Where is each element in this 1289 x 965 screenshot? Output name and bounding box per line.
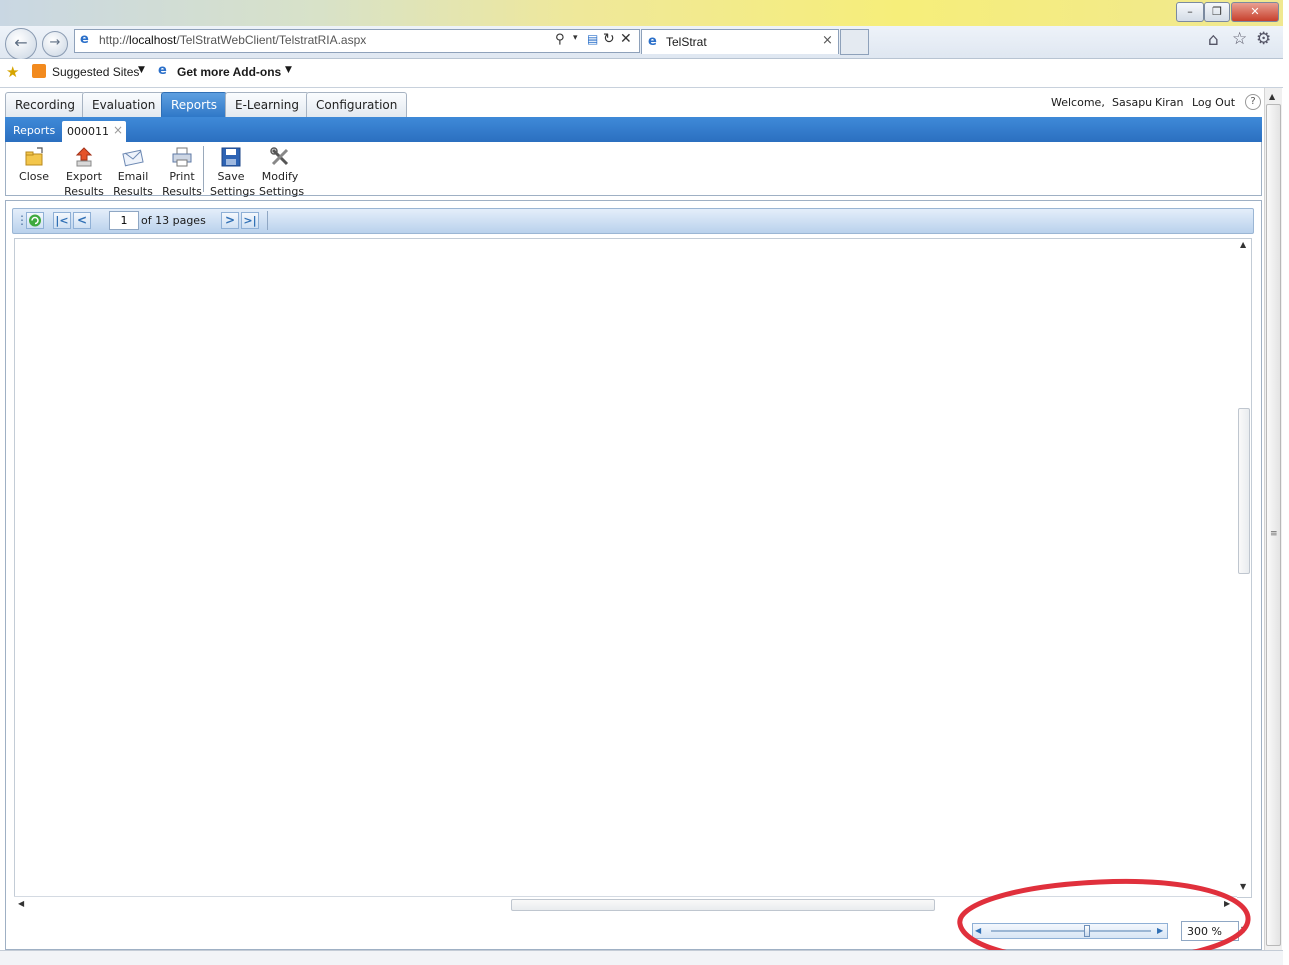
export-results-button[interactable]: Export Results	[64, 146, 104, 199]
vertical-scroll-thumb[interactable]	[1238, 408, 1250, 574]
chevron-down-icon[interactable]: ▼	[138, 65, 145, 75]
document-tab-label: 000011	[67, 125, 109, 138]
first-page-icon: |<	[55, 214, 69, 227]
report-pager: ⋮ |< < of 13 pages > >|	[12, 208, 1254, 234]
document-tab[interactable]: 000011 ×	[62, 121, 126, 142]
scroll-left-icon[interactable]: ◀	[18, 899, 24, 908]
grip-icon: ≡	[1270, 529, 1278, 539]
favorites-bar: ★ Suggested Sites ▼ e Get more Add-ons ▼	[0, 59, 1283, 88]
ie-addons-icon: e	[158, 63, 167, 78]
ie-tab-icon: e	[648, 34, 657, 49]
report-canvas[interactable]	[14, 238, 1252, 898]
toolbar-divider	[203, 146, 204, 192]
close-button[interactable]: Close	[16, 146, 52, 184]
suggested-sites-icon	[32, 64, 46, 78]
refresh-report-button[interactable]	[26, 212, 44, 229]
tab-recording[interactable]: Recording	[5, 92, 86, 117]
search-dropdown-icon[interactable]: ▾	[573, 33, 578, 43]
close-window-button[interactable]: ✕	[1231, 2, 1279, 22]
browser-nav-bar: ← → e http://localhost/TelStratWebClient…	[0, 26, 1283, 60]
page-number-input[interactable]	[109, 211, 139, 230]
tab-title: TelStrat	[666, 35, 707, 49]
get-addons-link[interactable]: Get more Add-ons	[177, 65, 281, 79]
modify-settings-button[interactable]: Modify Settings	[259, 146, 304, 199]
page-scroll-up-icon[interactable]: ▲	[1269, 92, 1275, 101]
tools-icon	[270, 147, 289, 166]
close-tab-icon[interactable]: ×	[113, 123, 123, 137]
url-text: http://localhost/TelStratWebClient/Telst…	[99, 33, 367, 47]
report-toolbar: Close Export Results Email Results Print Re…	[5, 142, 1262, 199]
tab-e-learning[interactable]: E-Learning	[225, 92, 310, 117]
refresh-report-icon	[29, 214, 41, 227]
stop-icon[interactable]: ✕	[620, 31, 632, 47]
welcome-label: Welcome,	[1051, 96, 1105, 109]
browser-title-bar	[0, 0, 1283, 26]
tab-configuration[interactable]: Configuration	[306, 92, 408, 117]
help-icon[interactable]: ?	[1245, 94, 1261, 110]
new-tab-button[interactable]	[840, 29, 869, 55]
restore-button[interactable]: ❐	[1204, 2, 1230, 22]
refresh-icon[interactable]: ↻	[603, 31, 615, 47]
gear-icon[interactable]: ⚙	[1256, 29, 1271, 49]
pager-divider	[267, 211, 268, 230]
page-count-label: of 13 pages	[141, 214, 206, 227]
last-page-icon: >|	[243, 214, 257, 227]
first-page-button[interactable]: |<	[53, 212, 71, 229]
minimize-button[interactable]: –	[1176, 2, 1204, 22]
print-results-button[interactable]: Print Results	[162, 146, 202, 199]
next-page-button[interactable]: >	[221, 212, 239, 229]
forward-icon[interactable]: →	[42, 31, 68, 57]
folder-close-icon	[25, 147, 43, 166]
email-icon	[122, 149, 144, 167]
previous-page-icon: <	[76, 213, 88, 227]
app-tab-bar: Recording Evaluation Reports E-Learning …	[5, 88, 1262, 117]
favorites-star-icon[interactable]: ☆	[1232, 29, 1247, 49]
browser-tab[interactable]: e TelStrat ×	[641, 29, 839, 54]
tab-evaluation[interactable]: Evaluation	[82, 92, 166, 117]
previous-page-button[interactable]: <	[73, 212, 91, 229]
search-icon[interactable]: ⚲	[555, 32, 565, 47]
last-page-button[interactable]: >|	[241, 212, 259, 229]
horizontal-scroll-thumb[interactable]	[511, 899, 935, 911]
email-results-button[interactable]: Email Results	[113, 146, 153, 199]
user-last-name: Kiran	[1155, 96, 1184, 109]
page-scroll-thumb[interactable]: ≡	[1266, 104, 1281, 946]
reports-section-label: Reports	[13, 124, 56, 137]
compatibility-icon[interactable]: ▤	[587, 32, 598, 46]
tab-reports[interactable]: Reports	[161, 92, 228, 117]
user-first-name: Sasapu	[1112, 96, 1153, 109]
chevron-down-icon[interactable]: ▼	[285, 65, 292, 75]
logout-link[interactable]: Log Out	[1192, 96, 1235, 109]
printer-icon	[172, 147, 192, 167]
suggested-sites-link[interactable]: Suggested Sites	[52, 65, 139, 79]
tab-close-icon[interactable]: ×	[822, 33, 833, 48]
ie-page-icon: e	[80, 32, 89, 47]
page-vertical-scrollbar[interactable]: ▲ ≡	[1264, 88, 1282, 950]
report-vertical-scrollbar[interactable]: ▲ ▼	[1237, 240, 1251, 896]
report-subtab-bar: Reports 000011 ×	[5, 117, 1262, 142]
favorites-add-icon[interactable]: ★	[6, 63, 19, 81]
scroll-up-icon[interactable]: ▲	[1240, 240, 1246, 249]
home-icon[interactable]: ⌂	[1208, 30, 1219, 50]
browser-status-bar	[0, 950, 1283, 965]
back-icon[interactable]: ←	[5, 28, 37, 60]
address-bar[interactable]: e http://localhost/TelStratWebClient/Tel…	[74, 29, 640, 53]
export-icon	[75, 147, 93, 167]
save-settings-button[interactable]: Save Settings	[210, 146, 255, 199]
next-page-icon: >	[224, 213, 236, 227]
save-disk-icon	[221, 147, 241, 167]
